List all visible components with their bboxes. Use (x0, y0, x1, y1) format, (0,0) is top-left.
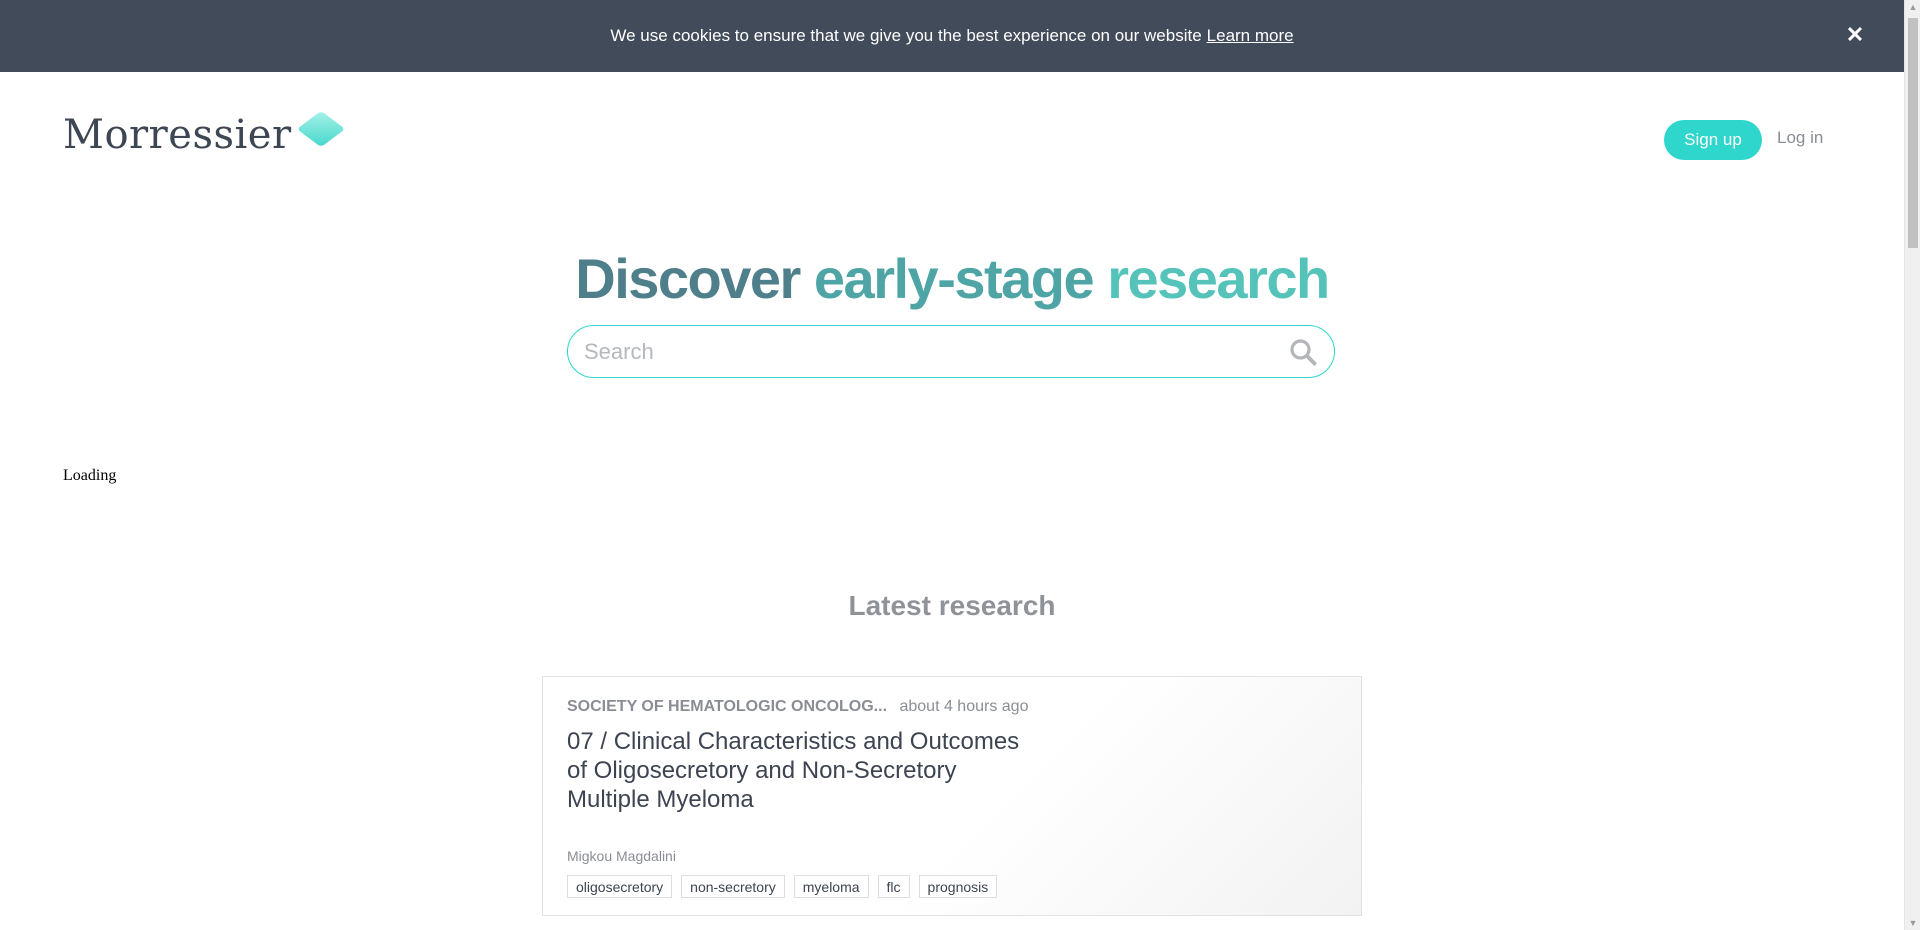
logo-wordmark: Morressier (63, 112, 292, 158)
site-logo[interactable]: Morressier (63, 110, 345, 158)
hero-title-word-early-stage: early-stage (813, 247, 1095, 310)
scroll-down-arrow-icon[interactable]: ▼ (1908, 918, 1918, 928)
scroll-thumb[interactable] (1908, 18, 1918, 248)
search-icon[interactable] (1288, 337, 1318, 367)
search-input[interactable] (584, 326, 1264, 377)
log-in-link[interactable]: Log in (1777, 128, 1823, 148)
hero-title-word-discover: Discover (575, 247, 801, 310)
cookie-banner: We use cookies to ensure that we give yo… (0, 0, 1904, 72)
card-author[interactable]: Migkou Magdalini (567, 848, 676, 864)
hero-title-word-research: research (1107, 247, 1330, 310)
latest-research-heading: Latest research (848, 590, 1056, 621)
card-meta: SOCIETY OF HEMATOLOGIC ONCOLOG... about … (567, 698, 1028, 716)
diamond-logo-icon (296, 110, 345, 148)
tag-prognosis[interactable]: prognosis (918, 875, 998, 898)
card-source[interactable]: SOCIETY OF HEMATOLOGIC ONCOLOG... (567, 698, 887, 715)
tag-oligosecretory[interactable]: oligosecretory (567, 875, 673, 898)
tag-non-secretory[interactable]: non-secretory (681, 875, 785, 898)
sign-up-button[interactable]: Sign up (1664, 120, 1762, 160)
card-timestamp: about 4 hours ago (899, 698, 1029, 715)
tag-flc[interactable]: flc (877, 875, 910, 898)
hero-title: Discover early-stage research (0, 246, 1904, 311)
scroll-up-arrow-icon[interactable]: ▲ (1908, 2, 1918, 12)
search-bar (567, 325, 1335, 378)
close-icon[interactable]: ✕ (1842, 22, 1868, 48)
loading-indicator: Loading (63, 467, 117, 484)
learn-more-link[interactable]: Learn more (1207, 26, 1294, 46)
cookie-message: We use cookies to ensure that we give yo… (610, 26, 1202, 45)
research-card[interactable]: SOCIETY OF HEMATOLOGIC ONCOLOG... about … (542, 676, 1362, 916)
vertical-scrollbar[interactable]: ▲ ▼ (1904, 0, 1920, 930)
card-tags: oligosecretory non-secretory myeloma flc… (567, 875, 1006, 898)
tag-myeloma[interactable]: myeloma (793, 875, 869, 898)
card-title[interactable]: 07 / Clinical Characteristics and Outcom… (567, 727, 1027, 814)
